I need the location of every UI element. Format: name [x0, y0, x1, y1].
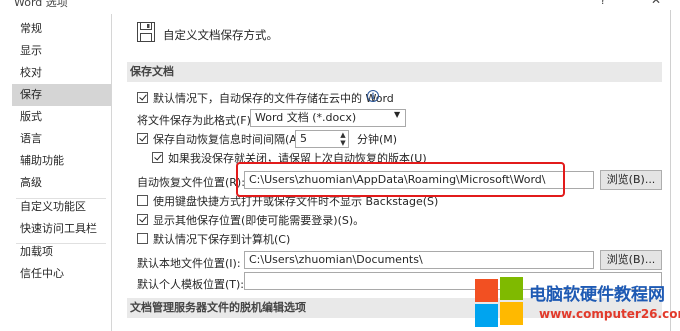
section-save-documents: 保存文档	[127, 62, 662, 82]
sidebar-item-customize-ribbon[interactable]: 自定义功能区	[12, 196, 111, 218]
browse-autorecover-button[interactable]: 浏览(B)...	[600, 170, 662, 190]
minutes-label: 分钟(M)	[357, 133, 398, 146]
local-location-value: C:\Users\zhuomian\Documents\	[249, 253, 423, 266]
spin-down-icon[interactable]: ▼	[338, 139, 348, 147]
sidebar-item-addins[interactable]: 加载项	[12, 241, 111, 263]
sidebar-item-accessibility[interactable]: 辅助功能	[12, 150, 111, 172]
sidebar-item-trust-center[interactable]: 信任中心	[12, 263, 111, 285]
sidebar-item-proofing[interactable]: 校对	[12, 62, 111, 84]
page-description: 自定义文档保存方式。	[163, 28, 278, 42]
save-format-select[interactable]: Word 文档 (*.docx)	[250, 109, 406, 127]
sidebar-item-quick-access-toolbar[interactable]: 快速访问工具栏	[12, 218, 111, 240]
cloud-default-label: 默认情况下，自动保存的文件存储在云中的 Word	[153, 92, 394, 105]
windows-logo-icon	[475, 277, 525, 327]
sidebar-item-advanced[interactable]: 高级	[12, 172, 111, 194]
autorecover-checkbox[interactable]	[137, 133, 148, 144]
options-sidebar: 常规 显示 校对 保存 版式 语言 辅助功能 高级 自定义功能区 快速访问工具栏…	[12, 14, 112, 331]
autorecover-minutes-value: 5	[300, 132, 307, 145]
save-to-computer-label: 默认情况下保存到计算机(C)	[153, 233, 291, 246]
save-document-icon	[137, 22, 155, 42]
sidebar-item-language[interactable]: 语言	[12, 128, 111, 150]
show-more-locations-label: 显示其他保存位置(即使可能需要登录)(S)。	[153, 214, 365, 227]
info-icon[interactable]: i	[367, 90, 379, 102]
show-more-locations-checkbox[interactable]	[137, 214, 148, 225]
window-title: Word 选项	[14, 0, 68, 9]
local-location-input[interactable]: C:\Users\zhuomian\Documents\	[244, 251, 594, 269]
save-to-computer-checkbox[interactable]	[137, 233, 148, 244]
watermark-title: 电脑软硬件教程网	[529, 285, 665, 305]
title-bar: Word 选项 ? ✕	[0, 0, 680, 10]
watermark: 电脑软硬件教程网 www.computer26.com	[475, 277, 680, 331]
save-format-label: 将文件保存为此格式(F):	[137, 114, 255, 127]
sidebar-item-layout[interactable]: 版式	[12, 106, 111, 128]
close-button[interactable]: ✕	[651, 0, 661, 7]
sidebar-item-save[interactable]: 保存	[12, 84, 111, 106]
autorecover-label: 保存自动恢复信息时间间隔(A)	[153, 133, 302, 146]
template-location-label: 默认个人模板位置(T):	[137, 278, 245, 291]
save-format-value: Word 文档 (*.docx)	[255, 111, 357, 124]
highlight-box	[236, 162, 565, 197]
sidebar-item-general[interactable]: 常规	[12, 18, 111, 40]
watermark-url: www.computer26.com	[539, 307, 680, 321]
cloud-default-checkbox[interactable]	[137, 92, 148, 103]
keep-last-version-checkbox[interactable]	[152, 152, 163, 163]
spin-up-icon[interactable]: ▲	[338, 131, 348, 139]
autorecover-location-label: 自动恢复文件位置(R):	[137, 176, 245, 189]
local-location-label: 默认本地文件位置(I):	[137, 257, 241, 270]
chevron-down-icon[interactable]: ▼	[394, 110, 400, 119]
no-backstage-checkbox[interactable]	[137, 195, 148, 206]
sidebar-item-display[interactable]: 显示	[12, 40, 111, 62]
help-button[interactable]: ?	[600, 0, 606, 7]
browse-local-button[interactable]: 浏览(B)...	[600, 250, 662, 270]
